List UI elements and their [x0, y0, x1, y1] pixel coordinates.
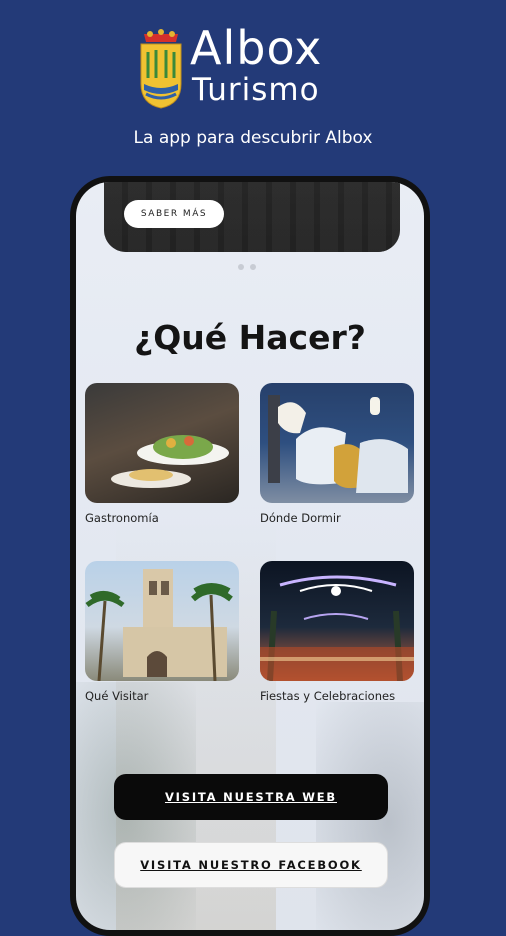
phone-frame: SABER MÁS ¿Qué Hacer? Gastronomía Dónde … [70, 176, 430, 936]
food-plate-icon [111, 435, 229, 488]
card-label: Qué Visitar [85, 689, 149, 703]
visit-facebook-button[interactable]: VISITA NUESTRO FACEBOOK [114, 842, 388, 888]
bed-image[interactable] [260, 383, 414, 503]
card-gastronomia[interactable]: Gastronomía [85, 383, 239, 525]
carousel-dot[interactable] [238, 264, 244, 270]
church-tower-icon [85, 569, 233, 681]
section-heading: ¿Qué Hacer? [134, 318, 366, 357]
church-image[interactable] [85, 561, 239, 681]
hero-banner: SABER MÁS [104, 182, 400, 252]
card-label: Dónde Dormir [260, 511, 341, 525]
card-donde-dormir[interactable]: Dónde Dormir [260, 383, 414, 525]
bed-pillows-icon [268, 395, 408, 493]
saber-mas-button[interactable]: SABER MÁS [124, 200, 224, 228]
visit-web-button[interactable]: VISITA NUESTRA WEB [114, 774, 388, 820]
tagline: La app para descubrir Albox [133, 128, 373, 148]
app-logo: Albox Turismo [136, 22, 351, 114]
card-label: Fiestas y Celebraciones [260, 689, 396, 703]
festival-lights-icon [260, 575, 414, 681]
card-fiestas[interactable]: Fiestas y Celebraciones [260, 561, 414, 703]
brand-title: Albox [190, 21, 323, 75]
card-label: Gastronomía [85, 511, 159, 525]
card-que-visitar[interactable]: Qué Visitar [85, 561, 239, 703]
coat-of-arms-icon [140, 29, 182, 109]
festival-image[interactable] [260, 561, 414, 681]
food-image[interactable] [85, 383, 239, 503]
brand-subtitle: Turismo [192, 72, 320, 108]
carousel-dots [238, 264, 256, 270]
carousel-dot[interactable] [250, 264, 256, 270]
app-screen: SABER MÁS ¿Qué Hacer? Gastronomía Dónde … [76, 182, 424, 930]
